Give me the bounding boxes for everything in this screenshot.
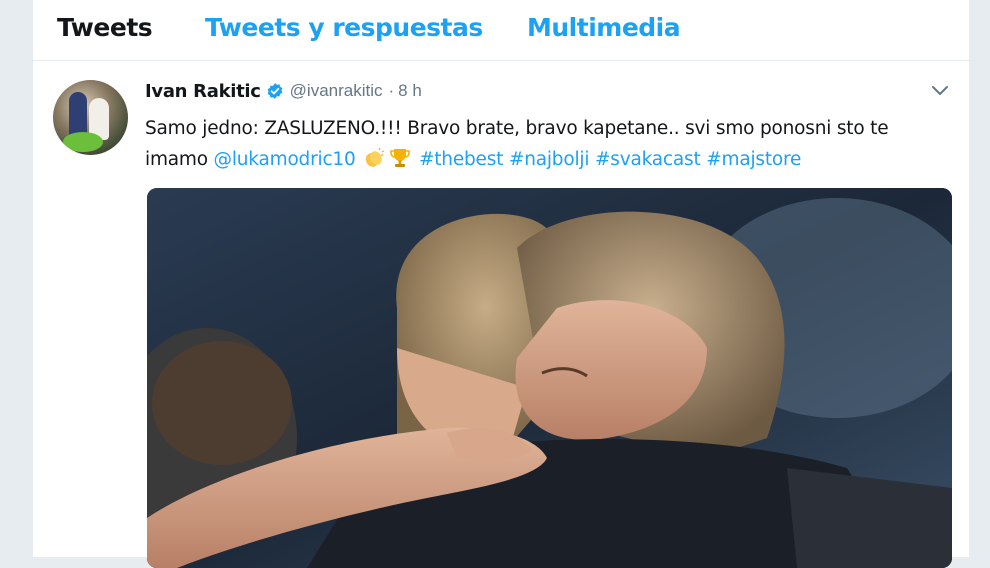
tab-tweets-and-replies[interactable]: Tweets y respuestas xyxy=(205,13,483,42)
author-name[interactable]: Ivan Rakitic xyxy=(145,81,261,102)
avatar[interactable] xyxy=(53,80,128,155)
hashtag-link[interactable]: #svakacast xyxy=(595,149,701,170)
separator-dot: · xyxy=(388,81,395,100)
tweet-text: Samo jedno: ZASLUZENO.!!! Bravo brate, b… xyxy=(145,113,945,175)
trophy-icon xyxy=(390,149,411,167)
tweet-timestamp[interactable]: 8 h xyxy=(398,81,422,101)
tweet[interactable]: Ivan Rakitic @ivanrakitic · 8 h Samo jed… xyxy=(33,61,969,568)
tab-media[interactable]: Multimedia xyxy=(527,13,681,42)
photo-players-embracing xyxy=(147,188,952,568)
hashtag-link[interactable]: #majstore xyxy=(706,149,801,170)
verified-badge-icon xyxy=(267,83,283,99)
tab-tweets[interactable]: Tweets xyxy=(57,13,153,42)
chevron-down-icon[interactable] xyxy=(931,85,949,97)
avatar-flowers xyxy=(63,132,103,152)
hashtag-link[interactable]: #thebest xyxy=(419,149,503,170)
mention-link[interactable]: @lukamodric10 xyxy=(214,149,356,170)
avatar-figure xyxy=(69,92,87,137)
tweet-header: Ivan Rakitic @ivanrakitic · 8 h xyxy=(145,79,422,103)
author-handle[interactable]: @ivanrakitic xyxy=(290,81,383,101)
clapping-hands-icon xyxy=(366,147,385,167)
tweet-media-photo[interactable] xyxy=(147,188,952,568)
profile-timeline-column: Tweets Tweets y respuestas Multimedia Iv… xyxy=(33,0,969,568)
profile-tabs: Tweets Tweets y respuestas Multimedia xyxy=(33,0,969,61)
hashtag-link[interactable]: #najbolji xyxy=(509,149,590,170)
